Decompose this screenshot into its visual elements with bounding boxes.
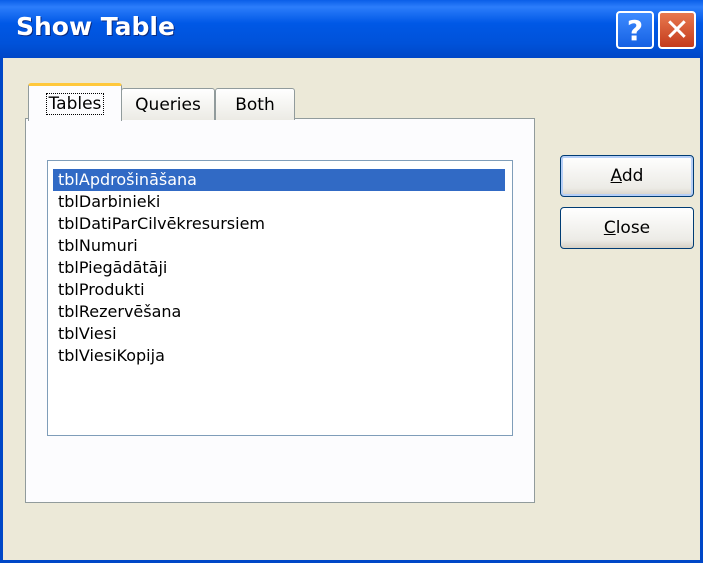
window-title: Show Table (16, 12, 175, 41)
close-button[interactable]: Close (560, 207, 694, 249)
help-button[interactable]: ? (616, 11, 654, 49)
list-item[interactable]: tblViesi (53, 323, 505, 345)
list-item[interactable]: tblNumuri (53, 235, 505, 257)
tab-tables[interactable]: Tables (28, 83, 122, 121)
add-button-label: Add (610, 166, 644, 186)
list-item[interactable]: tblApdrošināšana (53, 169, 505, 191)
list-item[interactable]: tblProdukti (53, 279, 505, 301)
list-item[interactable]: tblPiegādātāji (53, 257, 505, 279)
list-item[interactable]: tblDarbinieki (53, 191, 505, 213)
close-button-label: Close (603, 218, 651, 238)
tab-both-label: Both (235, 94, 275, 115)
add-button[interactable]: Add (560, 155, 694, 197)
table-listbox[interactable]: tblApdrošināšana tblDarbinieki tblDatiPa… (47, 160, 513, 436)
tab-both[interactable]: Both (215, 88, 295, 120)
close-window-button[interactable]: ✕ (658, 11, 696, 49)
tab-queries-label: Queries (135, 94, 201, 115)
help-icon: ? (626, 13, 644, 47)
title-bar[interactable]: Show Table ? ✕ (0, 0, 703, 58)
list-item[interactable]: tblRezervēšana (53, 301, 505, 323)
tab-tables-label: Tables (45, 92, 105, 115)
close-icon: ✕ (664, 12, 690, 48)
tab-queries[interactable]: Queries (121, 88, 215, 120)
list-item[interactable]: tblDatiParCilvēkresursiem (53, 213, 505, 235)
list-item[interactable]: tblViesiKopija (53, 345, 505, 367)
